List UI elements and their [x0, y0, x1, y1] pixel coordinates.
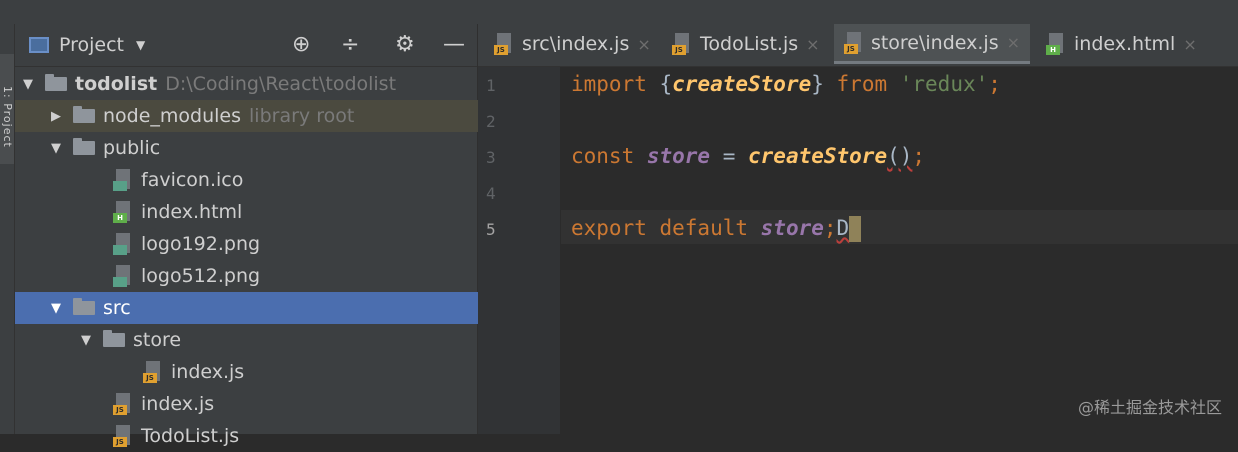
window-top-bar [0, 0, 1238, 25]
project-view-selector[interactable]: Project ▼ [29, 34, 145, 56]
expanded-arrow-icon[interactable]: ▼ [47, 141, 65, 156]
string-literal: 'redux' [887, 72, 989, 96]
project-icon [29, 37, 49, 53]
js-file-icon: JS [844, 31, 863, 54]
tab-label: index.html [1074, 33, 1176, 55]
semicolon: ; [912, 144, 926, 168]
code-line-1: import {createStore} from 'redux'; [571, 72, 1001, 96]
tab-src-index-js[interactable]: JS src\index.js × [484, 24, 661, 64]
text-cursor [849, 216, 862, 242]
expanded-arrow-icon[interactable]: ▼ [19, 77, 37, 92]
chevron-down-icon: ▼ [136, 38, 146, 52]
code-editor[interactable]: import {createStore} from 'redux'; const… [561, 67, 1238, 434]
js-file-icon: JS [143, 361, 163, 383]
tab-label: TodoList.js [700, 33, 799, 55]
project-tool-window-tab[interactable]: 1: Project [0, 54, 14, 164]
tree-label: node_modules [103, 105, 242, 127]
tab-label: src\index.js [522, 33, 630, 55]
close-icon[interactable]: × [806, 35, 819, 54]
tree-label: public [103, 137, 161, 159]
function-name: createStore [748, 144, 888, 168]
tree-label: logo192.png [141, 233, 261, 255]
folder-icon [73, 138, 95, 155]
tree-label: todolist [75, 73, 158, 95]
collapsed-arrow-icon[interactable]: ▶ [47, 109, 65, 124]
line-number-gutter: 1 2 3 4 5 [478, 67, 560, 434]
keyword: const [571, 144, 635, 168]
operator: = [710, 144, 749, 168]
semicolon: ; [823, 216, 837, 240]
folder-icon [103, 330, 125, 347]
tree-path: D:\Coding\React\todolist [165, 73, 397, 95]
close-icon[interactable]: × [1183, 35, 1196, 54]
punctuation: { [646, 72, 673, 96]
tree-label: favicon.ico [141, 169, 244, 191]
hide-panel-icon[interactable]: — [443, 32, 465, 57]
image-file-icon [113, 265, 133, 287]
folder-icon [73, 298, 95, 315]
project-panel: Project ▼ ⊕ ÷ ⚙ — ▼ todolist D:\Coding\R… [15, 24, 509, 447]
tree-label: src [103, 297, 131, 319]
keyword: export default [571, 216, 749, 240]
close-icon[interactable]: × [637, 35, 650, 54]
tree-label: index.html [141, 201, 243, 223]
js-file-icon: JS [494, 33, 514, 55]
js-file-icon: JS [672, 33, 692, 55]
variable-name: store [748, 216, 824, 240]
expanded-arrow-icon[interactable]: ▼ [77, 333, 95, 348]
function-name: createStore [672, 72, 812, 96]
line-number: 5 [486, 220, 496, 239]
gear-icon[interactable]: ⚙ [395, 32, 415, 57]
code-line-5: export default store;D [571, 216, 862, 242]
tree-label: store [133, 329, 182, 351]
line-number: 1 [486, 76, 496, 95]
line-number: 4 [486, 184, 496, 203]
left-tool-strip: 1: Project [0, 24, 15, 434]
expanded-arrow-icon[interactable]: ▼ [47, 301, 65, 316]
editor-tab-bar: JS src\index.js × JS TodoList.js × JS st… [478, 24, 1238, 67]
tree-row-todolist[interactable]: ▼ todolist D:\Coding\React\todolist [15, 68, 481, 100]
locate-file-icon[interactable]: ⊕ [292, 32, 310, 57]
close-icon[interactable]: × [1007, 33, 1020, 52]
line-number: 2 [486, 112, 496, 131]
tab-todolist-js[interactable]: JS TodoList.js × [662, 24, 830, 64]
tree-row-src[interactable]: ▼ src [15, 292, 509, 324]
library-root-label: library root [249, 105, 355, 127]
punctuation: } [811, 72, 837, 96]
typed-character: D [836, 216, 850, 240]
tree-label: logo512.png [141, 265, 261, 287]
tab-store-index-js[interactable]: JS store\index.js × [834, 24, 1030, 64]
watermark: @稀土掘金技术社区 [1077, 398, 1222, 417]
image-file-icon [113, 169, 133, 191]
tab-index-html[interactable]: H index.html × [1036, 24, 1207, 64]
js-file-icon: JS [113, 393, 133, 415]
image-file-icon [113, 233, 133, 255]
collapse-all-icon[interactable]: ÷ [341, 32, 359, 57]
variable-name: store [634, 144, 711, 168]
tab-label: store\index.js [870, 31, 999, 54]
html-file-icon: H [113, 201, 133, 223]
tree-label: index.js [141, 393, 215, 415]
project-tool-window-tab-label: 1: Project [1, 86, 14, 148]
keyword: import [571, 72, 647, 96]
tree-row-store[interactable]: ▼ store [15, 324, 539, 356]
semicolon: ; [988, 72, 1001, 96]
project-panel-header: Project ▼ ⊕ ÷ ⚙ — [15, 24, 477, 67]
code-line-3: const store = createStore(); [571, 144, 925, 168]
folder-icon [73, 106, 95, 123]
call-parens: () [887, 144, 913, 168]
project-panel-title: Project [59, 34, 125, 56]
tree-label: index.js [171, 361, 245, 383]
tree-row-node-modules[interactable]: ▶ node_modules library root [15, 100, 509, 132]
html-file-icon: H [1046, 33, 1066, 55]
keyword: from [836, 72, 888, 96]
js-file-icon: JS [113, 425, 133, 447]
folder-icon [45, 74, 67, 91]
tree-row-public[interactable]: ▼ public [15, 132, 509, 164]
tree-label: TodoList.js [141, 425, 240, 447]
line-number: 3 [486, 148, 496, 167]
